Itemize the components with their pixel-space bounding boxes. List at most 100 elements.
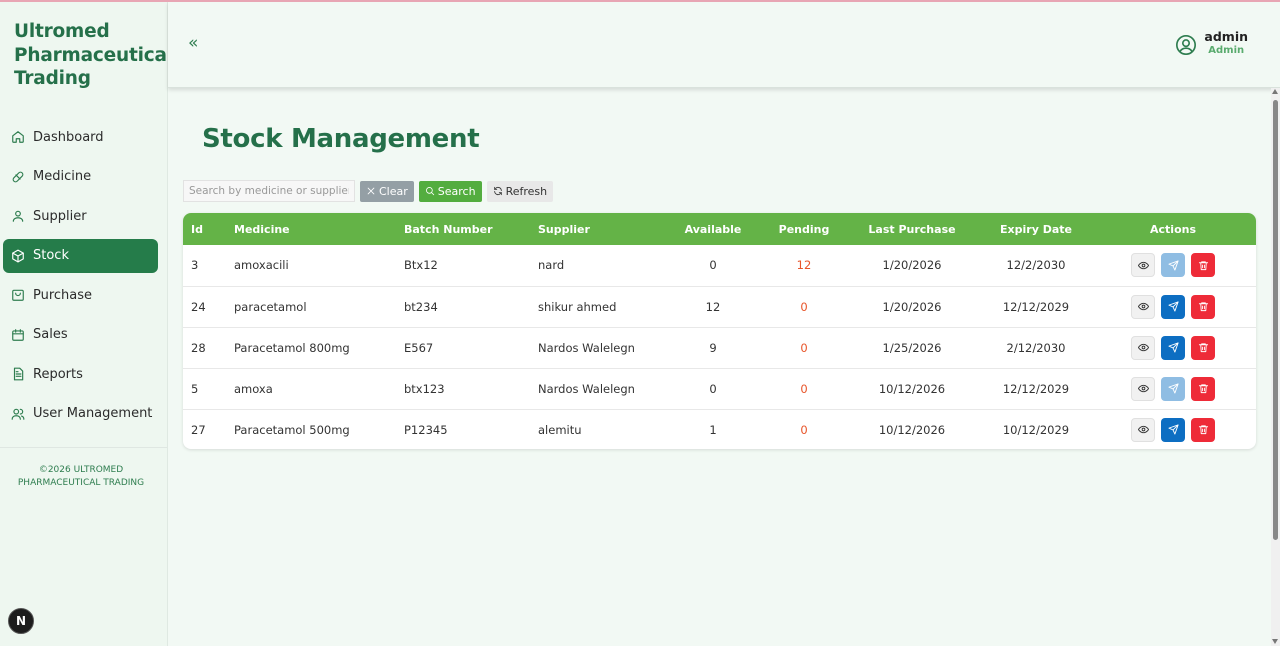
sidebar-item-reports[interactable]: Reports bbox=[3, 357, 158, 391]
sidebar-item-sales[interactable]: Sales bbox=[3, 318, 158, 352]
send-button[interactable] bbox=[1161, 335, 1185, 360]
document-icon bbox=[11, 367, 25, 381]
refresh-button[interactable]: Refresh bbox=[486, 180, 554, 202]
column-header-actions: Actions bbox=[1150, 222, 1196, 236]
collapse-sidebar-button[interactable]: « bbox=[188, 33, 198, 53]
view-button[interactable] bbox=[1131, 294, 1155, 319]
cell-last-purchase: 10/12/2026 bbox=[878, 422, 946, 437]
column-header-medicine: Medicine bbox=[234, 222, 290, 236]
send-button[interactable] bbox=[1161, 376, 1185, 401]
refresh-button-label: Refresh bbox=[505, 184, 548, 198]
users-icon bbox=[11, 407, 25, 421]
sidebar-item-purchase[interactable]: Purchase bbox=[3, 278, 158, 312]
cell-supplier: Nardos Walelegn bbox=[530, 327, 660, 369]
send-button[interactable] bbox=[1161, 253, 1185, 278]
delete-button[interactable] bbox=[1191, 253, 1215, 278]
trash-icon bbox=[1198, 383, 1209, 394]
cell-last-purchase: 1/25/2026 bbox=[842, 327, 982, 369]
send-icon bbox=[1167, 424, 1179, 435]
cell-available: 0 bbox=[660, 368, 766, 410]
cell-batch-number: Btx12 bbox=[396, 245, 530, 287]
cell-actions bbox=[1090, 245, 1256, 287]
delete-button[interactable] bbox=[1191, 417, 1215, 442]
trash-icon bbox=[1198, 424, 1209, 435]
sidebar-item-label: Supplier bbox=[33, 208, 87, 224]
eye-icon bbox=[1137, 383, 1149, 394]
cell-batch-number: E567 bbox=[396, 327, 530, 369]
cell-supplier: Nardos Walelegn bbox=[530, 368, 660, 410]
copyright-line-2: PHARMACEUTICAL TRADING bbox=[17, 478, 145, 488]
cell-actions bbox=[1090, 327, 1256, 369]
search-button[interactable]: Search bbox=[418, 180, 482, 202]
cell-id: 28 bbox=[183, 327, 226, 369]
page-scrollbar[interactable] bbox=[1271, 88, 1280, 646]
user-menu[interactable]: admin Admin bbox=[1175, 29, 1248, 58]
table-row: 3 amoxacili Btx12 nard 0 12 1/20/2026 12/2/2030 bbox=[183, 245, 1256, 287]
cell-pending: 12 bbox=[766, 245, 842, 287]
clear-button[interactable]: Clear bbox=[360, 180, 414, 202]
scrollbar-thumb[interactable] bbox=[1273, 100, 1278, 540]
eye-icon bbox=[1137, 301, 1149, 312]
search-icon bbox=[425, 187, 434, 196]
search-button-label: Search bbox=[437, 184, 476, 198]
dev-tools-badge[interactable]: N bbox=[8, 608, 34, 634]
sidebar-item-stock[interactable]: Stock bbox=[3, 238, 158, 273]
user-circle-icon bbox=[1175, 34, 1197, 56]
cell-expiry-date: 12/12/2029 bbox=[982, 368, 1090, 410]
cell-supplier: nard bbox=[530, 245, 660, 287]
column-header-pending: Pending bbox=[778, 222, 830, 236]
view-button[interactable] bbox=[1131, 376, 1155, 401]
copyright-line-1: ©2026 ULTROMED bbox=[38, 465, 124, 475]
page-title: Stock Management bbox=[202, 124, 480, 154]
cell-available: 9 bbox=[660, 327, 766, 369]
user-name: admin bbox=[1204, 29, 1248, 44]
send-icon bbox=[1167, 301, 1179, 312]
send-icon bbox=[1167, 260, 1179, 271]
cell-actions bbox=[1090, 409, 1256, 449]
scroll-down-arrow-icon[interactable] bbox=[1272, 639, 1278, 644]
sidebar-item-user-management[interactable]: User Management bbox=[3, 397, 158, 431]
cell-pending: 0 bbox=[766, 327, 842, 369]
stock-table-container: Id Medicine Batch Number Supplier Availa… bbox=[183, 213, 1256, 449]
cell-medicine: amoxacili bbox=[226, 245, 396, 287]
sidebar-item-dashboard[interactable]: Dashboard bbox=[3, 120, 158, 154]
column-header-batch-number: Batch Number bbox=[404, 222, 493, 236]
scroll-up-arrow-icon[interactable] bbox=[1272, 89, 1278, 94]
send-button[interactable] bbox=[1161, 294, 1185, 319]
cell-batch-number: btx123 bbox=[396, 368, 530, 410]
trash-icon bbox=[1198, 260, 1209, 271]
delete-button[interactable] bbox=[1191, 335, 1215, 360]
cell-pending: 0 bbox=[766, 286, 842, 328]
view-button[interactable] bbox=[1131, 335, 1155, 360]
delete-button[interactable] bbox=[1191, 376, 1215, 401]
cell-id: 3 bbox=[183, 245, 226, 287]
cell-expiry-date: 12/12/2029 bbox=[982, 286, 1090, 328]
eye-icon bbox=[1137, 260, 1149, 271]
cell-id: 5 bbox=[183, 368, 226, 410]
cell-pending: 0 bbox=[766, 368, 842, 410]
send-icon bbox=[1167, 342, 1179, 353]
view-button[interactable] bbox=[1131, 253, 1155, 278]
calendar-icon bbox=[11, 328, 25, 342]
delete-button[interactable] bbox=[1191, 294, 1215, 319]
cell-actions bbox=[1090, 286, 1256, 328]
column-header-expiry-date: Expiry Date bbox=[1000, 222, 1072, 236]
sidebar-item-medicine[interactable]: Medicine bbox=[3, 160, 158, 194]
table-row: 28 Paracetamol 800mg E567 Nardos Walelegn 9 0… bbox=[183, 327, 1256, 369]
column-header-available: Available bbox=[684, 222, 742, 236]
cell-batch-number: P12345 bbox=[404, 422, 448, 437]
view-button[interactable] bbox=[1131, 417, 1155, 442]
cell-expiry-date: 2/12/2030 bbox=[982, 327, 1090, 369]
sidebar-item-supplier[interactable]: Supplier bbox=[3, 199, 158, 233]
search-input[interactable] bbox=[183, 180, 355, 202]
column-header-last-purchase: Last Purchase bbox=[868, 222, 956, 236]
cell-supplier: shikur ahmed bbox=[530, 286, 660, 328]
brand-name: Ultromed Pharmaceutical Trading bbox=[14, 21, 173, 89]
sidebar-item-label: Dashboard bbox=[33, 129, 104, 145]
sidebar-item-label: User Management bbox=[33, 406, 153, 421]
send-button[interactable] bbox=[1161, 417, 1185, 442]
sidebar-divider bbox=[0, 447, 167, 448]
cell-available: 1 bbox=[709, 422, 717, 437]
send-icon bbox=[1167, 383, 1179, 394]
cell-last-purchase: 1/20/2026 bbox=[842, 286, 982, 328]
